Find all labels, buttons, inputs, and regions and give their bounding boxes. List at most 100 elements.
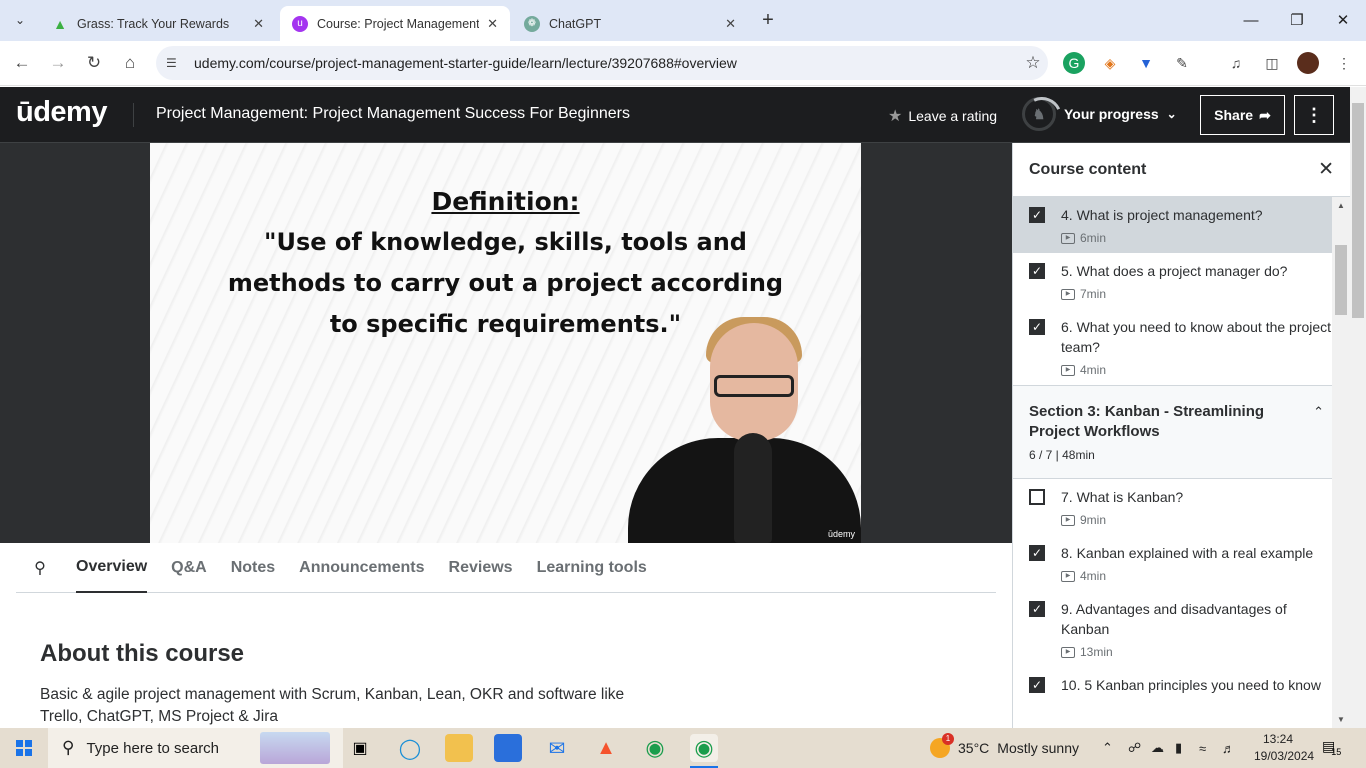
weather-widget[interactable]: 1 35°C Mostly sunny (930, 728, 1079, 768)
lecture-title: 8. Kanban explained with a real example (1061, 545, 1314, 561)
lecture-item[interactable]: ✓ 10. 5 Kanban principles you need to kn… (1013, 667, 1350, 703)
start-button[interactable] (0, 728, 48, 768)
search-icon: ⚲ (62, 738, 75, 757)
edge-browser-icon[interactable]: ◯ (396, 734, 424, 762)
more-options-icon[interactable]: ⋮ (1294, 95, 1334, 135)
volume-icon[interactable]: ♬ (1222, 728, 1235, 768)
chrome-active-icon[interactable]: ◉ (690, 734, 718, 762)
tab-reviews[interactable]: Reviews (449, 543, 513, 593)
url-text[interactable]: udemy.com/course/project-management-star… (194, 55, 1018, 71)
course-header: ūdemy Project Management: Project Manage… (0, 87, 1350, 143)
tab-announcements[interactable]: Announcements (299, 543, 424, 593)
video-watermark: ūdemy (827, 529, 855, 539)
sidebar-scroll-thumb[interactable] (1335, 245, 1347, 315)
about-section: About this course Basic & agile project … (40, 640, 940, 728)
lecture-duration: 13min (1080, 645, 1113, 659)
lecture-item[interactable]: ✓ 6. What you need to know about the pro… (1013, 309, 1350, 385)
chevron-up-icon[interactable]: ⌃ (1313, 404, 1324, 420)
onedrive-icon[interactable]: ☁ (1151, 728, 1164, 768)
file-explorer-icon[interactable] (445, 734, 473, 762)
search-highlight-image (260, 732, 330, 764)
home-icon[interactable]: ⌂ (118, 51, 142, 75)
grammarly-extension-icon[interactable]: G (1063, 52, 1085, 74)
back-arrow-icon[interactable]: ← (10, 51, 34, 75)
task-view-icon[interactable]: ▣ (346, 734, 374, 762)
star-icon: ★ (888, 108, 903, 125)
battery-icon[interactable]: ▮ (1175, 728, 1182, 768)
metamask-extension-icon[interactable]: ◈ (1099, 52, 1121, 74)
browser-tab-chatgpt[interactable]: ❁ ChatGPT ✕ (512, 6, 748, 41)
lecture-checkbox[interactable]: ✓ (1029, 319, 1045, 335)
leave-rating-button[interactable]: ★ Leave a rating (888, 106, 997, 126)
mail-icon[interactable]: ✉ (543, 734, 571, 762)
microphone (734, 433, 772, 543)
media-controls-icon[interactable]: ♫ (1225, 52, 1247, 74)
profile-avatar[interactable] (1297, 52, 1319, 74)
tab-qa[interactable]: Q&A (171, 543, 207, 593)
bookmark-star-icon[interactable]: ☆ (1018, 53, 1048, 73)
side-panel-icon[interactable]: ◫ (1261, 52, 1283, 74)
tab-notes[interactable]: Notes (231, 543, 275, 593)
lecture-item[interactable]: ✓ 4. What is project management? ▶ 6min (1013, 197, 1350, 253)
lecture-checkbox[interactable]: ✓ (1029, 545, 1045, 561)
close-tab-icon[interactable]: ✕ (253, 16, 264, 32)
about-heading: About this course (40, 640, 245, 667)
chrome-icon[interactable]: ◉ (641, 734, 669, 762)
trophy-icon: ♞ (1022, 97, 1056, 131)
extensions-puzzle-icon[interactable]: ✎ (1171, 52, 1193, 74)
taskbar-search-box[interactable]: ⚲ Type here to search (48, 728, 343, 768)
progress-dropdown[interactable]: ♞ Your progress ⌄ (1022, 97, 1177, 131)
video-frame[interactable]: Definition: "Use of knowledge, skills, t… (150, 143, 861, 543)
scroll-up-arrow-icon[interactable]: ▲ (1332, 201, 1350, 210)
notification-center-icon[interactable]: ▤15 (1322, 738, 1346, 760)
page-scrollbar[interactable] (1350, 87, 1366, 728)
tray-chevron-icon[interactable]: ⌃ (1102, 728, 1113, 768)
brave-browser-icon[interactable]: ▲ (592, 734, 620, 762)
restore-icon[interactable]: ❐ (1274, 0, 1320, 40)
url-bar[interactable]: ☰ udemy.com/course/project-management-st… (156, 46, 1048, 80)
meet-now-icon[interactable]: ☍ (1128, 728, 1141, 768)
share-button[interactable]: Share ➦ (1200, 95, 1285, 135)
udemy-logo[interactable]: ūdemy (16, 96, 107, 129)
vpn-shield-extension-icon[interactable]: ▼ (1135, 52, 1157, 74)
course-title[interactable]: Project Management: Project Management S… (156, 105, 630, 123)
lecture-checkbox[interactable]: ✓ (1029, 677, 1045, 693)
tab-search-chevron-icon[interactable]: ⌄ (8, 8, 32, 32)
lecture-item[interactable]: 7. What is Kanban? ▶ 9min (1013, 479, 1350, 535)
video-icon: ▶ (1061, 288, 1075, 300)
close-window-icon[interactable]: ✕ (1320, 0, 1366, 40)
tab-overview[interactable]: Overview (76, 543, 148, 593)
video-player[interactable]: Definition: "Use of knowledge, skills, t… (0, 143, 1012, 543)
lecture-item[interactable]: ✓ 9. Advantages and disadvantages of Kan… (1013, 591, 1350, 667)
browser-menu-icon[interactable]: ⋮ (1333, 52, 1355, 74)
close-tab-icon[interactable]: ✕ (487, 16, 498, 32)
lecture-checkbox[interactable] (1029, 489, 1045, 505)
lecture-duration: 4min (1080, 569, 1107, 583)
section-header[interactable]: Section 3: Kanban - Streamlining Project… (1013, 385, 1350, 479)
about-description: Basic & agile project management with Sc… (40, 686, 625, 725)
close-sidebar-icon[interactable]: ✕ (1318, 158, 1334, 181)
close-tab-icon[interactable]: ✕ (725, 16, 736, 32)
scroll-down-arrow-icon[interactable]: ▼ (1332, 715, 1350, 724)
page-scroll-thumb[interactable] (1352, 103, 1364, 318)
site-info-icon[interactable]: ☰ (166, 56, 184, 70)
tab-learning-tools[interactable]: Learning tools (537, 543, 647, 593)
video-icon: ▶ (1061, 646, 1075, 658)
browser-tab-grass[interactable]: ▲ Grass: Track Your Rewards ✕ (40, 6, 276, 41)
lecture-item[interactable]: ✓ 5. What does a project manager do? ▶ 7m… (1013, 253, 1350, 309)
forward-arrow-icon[interactable]: → (46, 51, 70, 75)
browser-tab-udemy[interactable]: u Course: Project Management: P ✕ (280, 6, 510, 41)
lecture-checkbox[interactable]: ✓ (1029, 601, 1045, 617)
system-clock[interactable]: 13:24 19/03/2024 (1254, 731, 1314, 765)
microsoft-store-icon[interactable] (494, 734, 522, 762)
wifi-icon[interactable]: ≈ (1199, 728, 1206, 768)
search-icon[interactable]: ⚲ (16, 558, 64, 578)
sidebar-scrollbar[interactable]: ▲ ▼ (1332, 197, 1350, 728)
minimize-icon[interactable]: — (1228, 0, 1274, 40)
reload-icon[interactable]: ↻ (82, 51, 106, 75)
lecture-item[interactable]: ✓ 8. Kanban explained with a real exampl… (1013, 535, 1350, 591)
lecture-checkbox[interactable]: ✓ (1029, 263, 1045, 279)
lecture-checkbox[interactable]: ✓ (1029, 207, 1045, 223)
new-tab-plus-icon[interactable]: + (756, 8, 780, 32)
browser-tab-strip: ⌄ ▲ Grass: Track Your Rewards ✕ u Course… (0, 0, 1366, 41)
